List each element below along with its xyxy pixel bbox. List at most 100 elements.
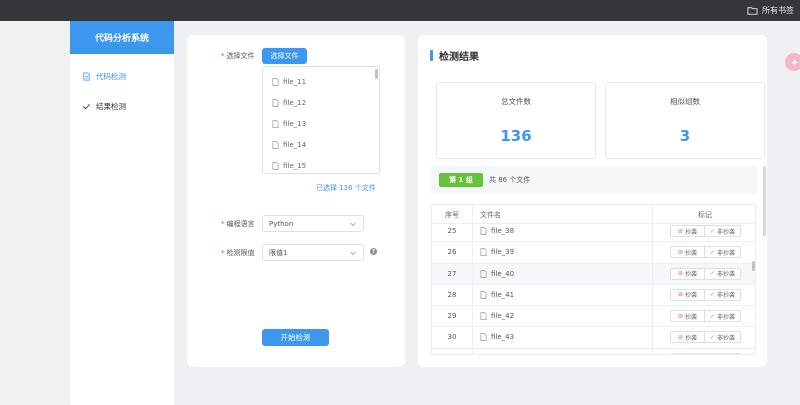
mark-label: 非抄袭 (717, 313, 736, 321)
file-icon (480, 312, 487, 321)
file-list-item[interactable]: file_13 (263, 113, 379, 134)
mark-label: 非抄袭 (717, 228, 736, 236)
mark-not-plagiarism-button[interactable]: ✓非抄袭 (705, 331, 741, 344)
language-select[interactable]: Python (262, 215, 364, 232)
mark-button-group: ⊘抄袭✓非抄袭 (670, 310, 741, 323)
file-icon (480, 333, 487, 342)
start-detection-button[interactable]: 开始检测 (262, 329, 329, 346)
row-file: file_39 (480, 248, 514, 256)
file-icon (272, 119, 279, 128)
check-icon: ✓ (709, 248, 715, 256)
mark-label: 非抄袭 (717, 271, 736, 279)
column-header-mark: 标记 (698, 211, 712, 219)
file-icon (480, 291, 487, 299)
mark-not-plagiarism-button[interactable]: ✓非抄袭 (705, 267, 741, 280)
select-file-label: * 选择文件 (221, 52, 255, 60)
check-icon: ✓ (709, 291, 715, 299)
row-file: file_40 (480, 270, 514, 278)
mark-label: 非抄袭 (717, 354, 735, 355)
mark-button-group: ⊘抄袭✓非抄袭 (670, 352, 741, 355)
mark-plagiarism-button[interactable]: ⊘抄袭 (670, 267, 705, 280)
document-icon (83, 71, 90, 81)
table-row: 30 file_43 ⊘ 抄袭 ✓ 非抄袭 (432, 327, 755, 349)
group-file-count: 共 86 个文件 (489, 176, 531, 184)
folder-icon (747, 7, 758, 15)
file-icon (272, 140, 279, 149)
mark-button-group: ⊘抄袭✓非抄袭 (670, 288, 741, 301)
row-file-name: file_42 (491, 312, 515, 321)
results-table-body: 25 file_38 ⊘ 抄袭 ✓ 非抄袭 26 file_39 ⊘ 抄袭 ✓ 非抄袭 27 file_4… (432, 221, 755, 355)
all-bookmarks-button[interactable]: 所有书签 (747, 0, 794, 21)
page-margin (0, 21, 70, 405)
mark-plagiarism-button[interactable]: ⊘抄袭 (670, 246, 705, 259)
title-accent-bar (430, 49, 433, 61)
row-index: 25 (447, 227, 457, 235)
mark-label: 抄袭 (685, 271, 698, 279)
results-table-header: 序号 文件名 标记 (432, 205, 755, 224)
row-file-name: file_39 (491, 248, 515, 257)
threshold-select[interactable]: 限值1 (262, 244, 364, 261)
mark-label: 非抄袭 (717, 292, 736, 300)
column-header-file: 文件名 (480, 211, 501, 219)
check-icon (83, 103, 90, 109)
circle-x-icon: ⊘ (677, 333, 683, 341)
sidebar-item-label: 结果检测 (96, 101, 126, 111)
browser-top-bar: 所有书签 (0, 0, 800, 21)
mark-not-plagiarism-button[interactable]: ✓非抄袭 (705, 288, 741, 301)
file-list-item[interactable]: file_11 (263, 71, 379, 92)
language-label: * 编程语言 (221, 220, 255, 228)
selected-file-list[interactable]: file_11 file_12 file_13 file_14 file_15 (262, 66, 380, 174)
mark-plagiarism-button[interactable]: ⊘抄袭 (670, 288, 705, 301)
circle-x-icon: ⊘ (677, 227, 683, 235)
circle-x-icon: ⊘ (677, 312, 683, 320)
results-title: 检测结果 (430, 48, 479, 63)
file-list-item[interactable]: file_12 (263, 92, 379, 113)
sidebar-item-result-detection[interactable]: 结果检测 (70, 91, 174, 121)
results-scrollbar[interactable] (763, 166, 766, 236)
mark-plagiarism-button[interactable]: ⊘抄袭 (670, 331, 705, 344)
results-table: 25 file_38 ⊘ 抄袭 ✓ 非抄袭 26 file_39 ⊘ 抄袭 ✓ 非抄袭 27 file_4… (431, 204, 756, 355)
row-file: file_41 (480, 291, 514, 299)
table-row: 28 file_41 ⊘ 抄袭 ✓ 非抄袭 (432, 285, 755, 307)
mark-not-plagiarism-button[interactable]: ✓非抄袭 (705, 225, 741, 237)
file-list-scrollbar[interactable] (375, 69, 378, 79)
circle-x-icon: ⊘ (677, 291, 683, 299)
sidebar: 代码分析系统 代码检测 结果检测 (70, 21, 174, 405)
row-file-name: file_40 (491, 269, 515, 278)
mark-button-group: ⊘抄袭✓非抄袭 (670, 267, 741, 280)
all-bookmarks-label: 所有书签 (762, 6, 794, 15)
mark-plagiarism-button[interactable]: ⊘抄袭 (670, 310, 705, 323)
mark-button-group: ⊘抄袭✓非抄袭 (670, 331, 741, 344)
file-icon (272, 77, 279, 86)
row-index: 29 (447, 312, 457, 321)
mark-plagiarism-button[interactable]: ⊘抄袭 (670, 225, 705, 237)
table-row: 29 file_42 ⊘ 抄袭 ✓ 非抄袭 (432, 306, 755, 328)
table-scrollbar[interactable] (752, 261, 755, 271)
row-file: file_38 (480, 227, 514, 235)
file-list-item[interactable]: file_15 (263, 155, 379, 173)
mark-label: 抄袭 (685, 249, 698, 257)
table-row: 27 file_40 ⊘ 抄袭 ✓ 非抄袭 (432, 263, 755, 285)
circle-x-icon: ⊘ (677, 248, 683, 256)
table-row: 25 file_38 ⊘ 抄袭 ✓ 非抄袭 (432, 221, 755, 243)
mark-label: 非抄袭 (717, 334, 736, 342)
file-list-item[interactable]: file_14 (263, 134, 379, 155)
sidebar-item-code-detection[interactable]: 代码检测 (70, 61, 174, 91)
floating-assistant-button[interactable] (785, 53, 800, 71)
total-files-label: 总文件数 (501, 97, 531, 106)
mark-plagiarism-button[interactable]: ⊘抄袭 (670, 352, 705, 354)
row-file: file_43 (480, 333, 514, 341)
mark-not-plagiarism-button[interactable]: ✓非抄袭 (705, 352, 741, 355)
file-icon (480, 227, 487, 235)
column-divider (472, 205, 473, 354)
select-file-button[interactable]: 选择文件 (262, 48, 307, 64)
similar-groups-card: 相似组数 3 (605, 82, 765, 159)
sidebar-item-label: 代码检测 (96, 71, 126, 81)
help-icon[interactable]: ? (370, 248, 377, 255)
row-file: file_42 (480, 312, 514, 320)
row-index: 27 (447, 269, 457, 278)
mark-button-group: ⊘抄袭✓非抄袭 (670, 246, 741, 259)
mark-not-plagiarism-button[interactable]: ✓非抄袭 (705, 310, 741, 323)
mark-not-plagiarism-button[interactable]: ✓非抄袭 (705, 246, 741, 259)
sparkle-icon (790, 58, 798, 66)
